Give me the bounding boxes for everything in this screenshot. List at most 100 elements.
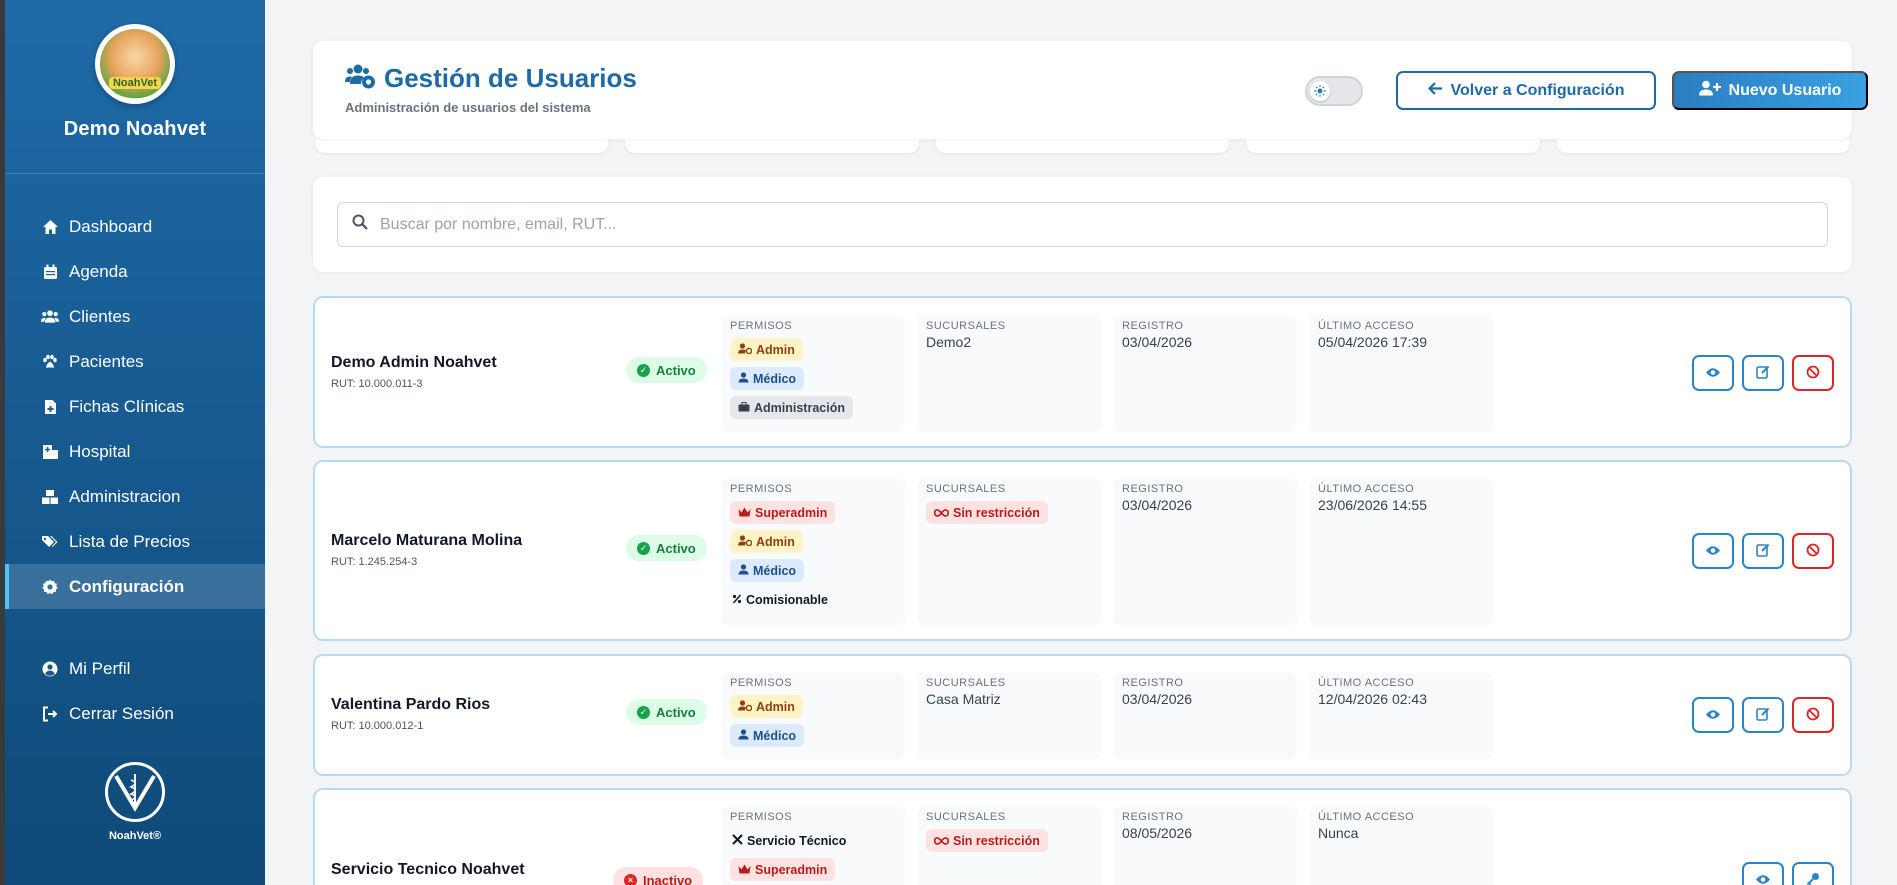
sidebar-item-configuracion[interactable]: Configuración <box>5 564 265 609</box>
user-row[interactable]: Demo Admin Noahvet RUT: 10.000.011-3 ✓ A… <box>313 296 1852 448</box>
registration-label: REGISTRO <box>1122 677 1184 689</box>
sidebar: NoahVet Demo Noahvet Dashboard Agenda Cl… <box>0 0 265 885</box>
user-circle-icon <box>41 660 59 678</box>
permissions-label: PERMISOS <box>730 483 793 495</box>
stat-card <box>315 139 609 153</box>
sun-icon <box>1310 81 1330 101</box>
arrow-left-icon <box>1427 81 1443 100</box>
permission-badge: Médico <box>730 724 805 747</box>
disable-user-button[interactable] <box>1792 533 1834 569</box>
reset-key-button[interactable] <box>1792 862 1834 885</box>
clinic-name: Demo Noahvet <box>63 118 207 140</box>
registration-date: 03/04/2026 <box>1122 497 1193 513</box>
registration-panel: REGISTRO 08/05/2026 <box>1113 807 1297 885</box>
permissions-panel: PERMISOS Superadmin Admin Médico Comisio… <box>721 479 905 625</box>
sidebar-item-label: Hospital <box>69 441 131 461</box>
permission-badge: Admin <box>730 338 803 361</box>
boxes-icon <box>41 488 59 506</box>
sidebar-item-label: Agenda <box>69 261 128 281</box>
disable-user-button[interactable] <box>1792 697 1834 733</box>
user-rut: RUT: 10.000.012-1 <box>331 720 424 732</box>
status-label: Activo <box>656 362 696 378</box>
sidebar-item-pacientes[interactable]: Pacientes <box>5 339 265 384</box>
last-access-label: ÚLTIMO ACCESO <box>1318 483 1415 495</box>
last-access-label: ÚLTIMO ACCESO <box>1318 811 1415 823</box>
registration-label: REGISTRO <box>1122 483 1184 495</box>
permissions-label: PERMISOS <box>730 811 793 823</box>
x-circle-icon: × <box>624 873 637 885</box>
status-label: Inactivo <box>643 872 693 885</box>
crown-icon <box>738 863 751 877</box>
title-row: Gestión de Usuarios <box>345 63 637 94</box>
sidebar-item-lista-de-precios[interactable]: Lista de Precios <box>5 519 265 564</box>
main-content: Gestión de Usuarios Administración de us… <box>265 0 1897 885</box>
sidebar-item-dashboard[interactable]: Dashboard <box>5 204 265 249</box>
permission-label: Admin <box>756 699 795 714</box>
view-user-button[interactable] <box>1692 533 1734 569</box>
permission-badge: Administración <box>730 396 853 419</box>
permission-label: Médico <box>753 563 797 578</box>
user-row[interactable]: Servicio Tecnico Noahvet × Inactivo PERM… <box>313 788 1852 885</box>
sidebar-item-cerrar-sesion[interactable]: Cerrar Sesión <box>5 691 265 736</box>
edit-user-button[interactable] <box>1742 533 1784 569</box>
branches-value: Casa Matriz <box>926 691 1001 707</box>
branches-panel: SUCURSALES Sin restricción <box>917 807 1101 885</box>
sidebar-item-hospital[interactable]: Hospital <box>5 429 265 474</box>
tags-icon <box>41 533 59 551</box>
user-cog-icon <box>738 534 753 549</box>
user-row[interactable]: Marcelo Maturana Molina RUT: 1.245.254-3… <box>313 460 1852 641</box>
theme-toggle[interactable] <box>1305 76 1363 106</box>
logout-icon <box>41 705 59 723</box>
sidebar-item-mi-perfil[interactable]: Mi Perfil <box>5 646 265 691</box>
view-user-button[interactable] <box>1742 862 1784 885</box>
branches-value: Demo2 <box>926 334 972 350</box>
last-access-panel: ÚLTIMO ACCESO 05/04/2026 17:39 <box>1309 316 1493 432</box>
eye-icon <box>1755 873 1771 885</box>
user-name: Valentina Pardo Rios <box>331 696 491 713</box>
view-user-button[interactable] <box>1692 355 1734 391</box>
edit-icon <box>1756 365 1770 382</box>
permission-badge: Médico <box>730 559 805 582</box>
new-user-button[interactable]: Nuevo Usuario <box>1672 71 1868 110</box>
permission-badge: Servicio Técnico <box>730 829 854 852</box>
edit-user-button[interactable] <box>1742 697 1784 733</box>
permission-badge: Superadmin <box>730 501 836 524</box>
key-icon <box>1806 872 1820 885</box>
sidebar-item-label: Dashboard <box>69 216 153 236</box>
branches-badge: Sin restricción <box>926 829 1048 852</box>
permissions-panel: PERMISOS Admin Médico Administración <box>721 316 905 432</box>
last-access-date: Nunca <box>1318 825 1359 841</box>
sidebar-item-clientes[interactable]: Clientes <box>5 294 265 339</box>
sidebar-item-agenda[interactable]: Agenda <box>5 249 265 294</box>
search-box[interactable] <box>337 202 1828 247</box>
new-user-button-label: Nuevo Usuario <box>1728 81 1842 99</box>
home-icon <box>41 218 59 236</box>
last-access-panel: ÚLTIMO ACCESO Nunca <box>1309 807 1493 885</box>
back-to-config-button[interactable]: Volver a Configuración <box>1396 71 1656 110</box>
permission-label: Admin <box>756 534 795 549</box>
permissions-label: PERMISOS <box>730 677 793 689</box>
permission-label: Servicio Técnico <box>747 833 847 848</box>
registration-panel: REGISTRO 03/04/2026 <box>1113 673 1297 759</box>
edit-user-button[interactable] <box>1742 355 1784 391</box>
view-user-button[interactable] <box>1692 697 1734 733</box>
user-row[interactable]: Valentina Pardo Rios RUT: 10.000.012-1 ✓… <box>313 654 1852 776</box>
status-badge: ✓ Activo <box>626 357 707 383</box>
disable-user-button[interactable] <box>1792 355 1834 391</box>
last-access-panel: ÚLTIMO ACCESO 23/06/2026 14:55 <box>1309 479 1493 625</box>
user-name: Marcelo Maturana Molina <box>331 532 523 549</box>
branches-panel: SUCURSALES Casa Matriz <box>917 673 1101 759</box>
sidebar-item-administracion[interactable]: Administracion <box>5 474 265 519</box>
sidebar-item-fichas-clinicas[interactable]: Fichas Clínicas <box>5 384 265 429</box>
sidebar-nav: Dashboard Agenda Clientes Pacientes Fich… <box>5 204 265 609</box>
sidebar-item-label: Pacientes <box>69 351 144 371</box>
permission-badge: Médico <box>730 367 805 390</box>
logo-text: NoahVet <box>108 77 161 89</box>
clinic-logo[interactable]: NoahVet <box>95 24 175 104</box>
search-input[interactable] <box>380 215 1780 234</box>
sidebar-item-label: Configuración <box>69 576 185 596</box>
check-circle-icon: ✓ <box>637 541 650 555</box>
tools-icon <box>732 833 743 848</box>
crown-icon <box>738 506 751 520</box>
sidebar-item-label: Fichas Clínicas <box>69 396 185 416</box>
